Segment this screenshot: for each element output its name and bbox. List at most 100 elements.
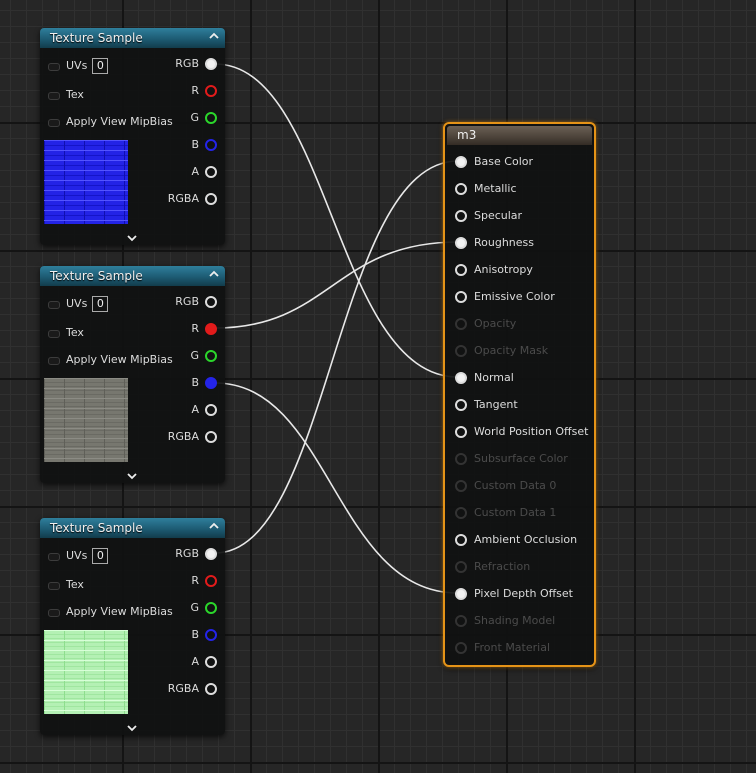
g-output-row[interactable]: G <box>157 599 217 617</box>
b-output-row[interactable]: B <box>157 136 217 154</box>
mipbias-input-row[interactable]: Apply View MipBias <box>48 603 173 621</box>
input-pin-icon <box>455 480 467 492</box>
tex-label: Tex <box>66 88 84 101</box>
g-output-pin[interactable] <box>205 350 217 362</box>
texture-sample-node-2[interactable]: Texture Sample UVs 0 Tex Apply View MipBi… <box>40 266 225 483</box>
input-pin-icon[interactable] <box>455 372 467 384</box>
uvs-label: UVs <box>66 549 88 562</box>
mipbias-input-pin[interactable] <box>48 119 60 127</box>
rgb-label: RGB <box>175 57 199 70</box>
pin-label: Base Color <box>474 155 534 168</box>
b-output-row[interactable]: B <box>157 626 217 644</box>
uvs-input-pin[interactable] <box>48 63 60 71</box>
g-output-pin[interactable] <box>205 602 217 614</box>
node-header[interactable]: Texture Sample <box>40 28 225 48</box>
pin-label: Custom Data 0 <box>474 479 557 492</box>
tex-input-pin[interactable] <box>48 330 60 338</box>
rgba-output-pin[interactable] <box>205 431 217 443</box>
input-pin-icon[interactable] <box>455 156 467 168</box>
pin-label: Opacity <box>474 317 517 330</box>
input-pin-icon[interactable] <box>455 210 467 222</box>
rgb-output-pin[interactable] <box>205 548 217 560</box>
mipbias-input-pin[interactable] <box>48 357 60 365</box>
a-output-pin[interactable] <box>205 404 217 416</box>
rgb-output-row[interactable]: RGB <box>157 55 217 73</box>
g-output-row[interactable]: G <box>157 347 217 365</box>
rgb-output-row[interactable]: RGB <box>157 293 217 311</box>
node-header[interactable]: Texture Sample <box>40 266 225 286</box>
a-label: A <box>191 655 199 668</box>
texture-sample-node-1[interactable]: Texture Sample UVs 0 Tex Apply View MipBi… <box>40 28 225 245</box>
r-output-row[interactable]: R <box>157 320 217 338</box>
chevron-down-icon[interactable] <box>126 471 138 481</box>
a-output-row[interactable]: A <box>157 401 217 419</box>
r-output-pin[interactable] <box>205 85 217 97</box>
g-output-row[interactable]: G <box>157 109 217 127</box>
material-result-node[interactable]: m3 Base Color Metallic Specular Roughness An… <box>443 122 596 667</box>
texture-preview-green-brick <box>44 630 128 714</box>
chevron-up-icon[interactable] <box>209 269 219 279</box>
b-output-row[interactable]: B <box>157 374 217 392</box>
r-output-pin[interactable] <box>205 575 217 587</box>
input-pin-icon[interactable] <box>455 426 467 438</box>
rgb-output-pin[interactable] <box>205 296 217 308</box>
tex-input-pin[interactable] <box>48 582 60 590</box>
chevron-down-icon[interactable] <box>126 723 138 733</box>
input-pin-icon <box>455 642 467 654</box>
uvs-label: UVs <box>66 59 88 72</box>
uvs-input-pin[interactable] <box>48 301 60 309</box>
uvs-value-field[interactable]: 0 <box>92 296 109 312</box>
r-output-pin[interactable] <box>205 323 217 335</box>
a-output-row[interactable]: A <box>157 163 217 181</box>
tex-input-pin[interactable] <box>48 92 60 100</box>
r-output-row[interactable]: R <box>157 82 217 100</box>
b-output-pin[interactable] <box>205 629 217 641</box>
rgb-output-pin[interactable] <box>205 58 217 70</box>
uvs-input-pin[interactable] <box>48 553 60 561</box>
material-node-header[interactable]: m3 <box>447 126 592 145</box>
uvs-value-field[interactable]: 0 <box>92 58 109 74</box>
b-output-pin[interactable] <box>205 139 217 151</box>
a-output-pin[interactable] <box>205 166 217 178</box>
input-pin-icon <box>455 453 467 465</box>
a-output-pin[interactable] <box>205 656 217 668</box>
mipbias-input-pin[interactable] <box>48 609 60 617</box>
input-pin-icon[interactable] <box>455 264 467 276</box>
input-pin-icon[interactable] <box>455 291 467 303</box>
wire-b-to-pixel-depth-offset[interactable] <box>214 382 459 594</box>
rgba-output-row[interactable]: RGBA <box>157 190 217 208</box>
chevron-up-icon[interactable] <box>209 31 219 41</box>
a-output-row[interactable]: A <box>157 653 217 671</box>
g-output-pin[interactable] <box>205 112 217 124</box>
input-pin-icon <box>455 345 467 357</box>
mipbias-input-row[interactable]: Apply View MipBias <box>48 351 173 369</box>
b-output-pin[interactable] <box>205 377 217 389</box>
rgb-output-row[interactable]: RGB <box>157 545 217 563</box>
input-pin-icon[interactable] <box>455 588 467 600</box>
wire-r-to-roughness[interactable] <box>214 241 459 329</box>
pin-label: Custom Data 1 <box>474 506 557 519</box>
mipbias-input-row[interactable]: Apply View MipBias <box>48 113 173 131</box>
uvs-value-field[interactable]: 0 <box>92 548 109 564</box>
rgba-output-pin[interactable] <box>205 193 217 205</box>
node-header[interactable]: Texture Sample <box>40 518 225 538</box>
input-pin-icon[interactable] <box>455 399 467 411</box>
r-label: R <box>191 84 199 97</box>
texture-sample-node-3[interactable]: Texture Sample UVs 0 Tex Apply View MipBi… <box>40 518 225 735</box>
input-pin-icon[interactable] <box>455 183 467 195</box>
input-pin-icon <box>455 507 467 519</box>
rgb-label: RGB <box>175 295 199 308</box>
rgba-output-row[interactable]: RGBA <box>157 680 217 698</box>
r-output-row[interactable]: R <box>157 572 217 590</box>
wire-rgb-to-normal[interactable] <box>214 63 459 378</box>
chevron-up-icon[interactable] <box>209 521 219 531</box>
chevron-down-icon[interactable] <box>126 233 138 243</box>
rgba-output-row[interactable]: RGBA <box>157 428 217 446</box>
wire-rgb-to-base-color[interactable] <box>214 160 459 554</box>
node-title: Texture Sample <box>50 31 143 45</box>
input-pin-icon[interactable] <box>455 534 467 546</box>
rgba-output-pin[interactable] <box>205 683 217 695</box>
a-label: A <box>191 403 199 416</box>
tex-label: Tex <box>66 578 84 591</box>
input-pin-icon[interactable] <box>455 237 467 249</box>
